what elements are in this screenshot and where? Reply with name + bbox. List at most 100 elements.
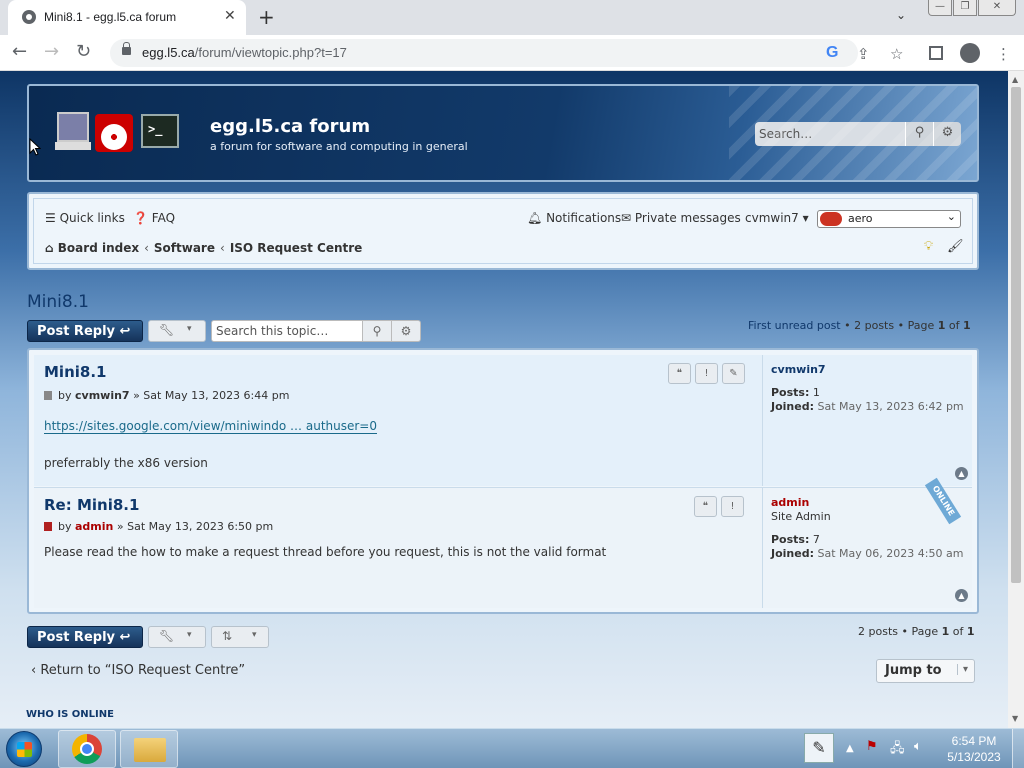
scrollbar-thumb[interactable] [1011,87,1021,583]
quote-icon[interactable]: ❝ [668,363,691,384]
taskbar-explorer[interactable] [120,730,178,768]
browser-tab[interactable]: Mini8.1 - egg.l5.ca forum ✕ [8,0,246,35]
home-icon: ⌂ [45,241,54,255]
window-maximize-button[interactable]: ❐ [953,0,977,16]
wrench-icon: 🔧︎ [159,323,175,337]
breadcrumb-software[interactable]: Software [154,241,215,255]
style-select[interactable]: aero ⌄ [817,210,961,228]
back-to-top-icon[interactable]: ▲ [955,467,968,480]
private-messages-link[interactable]: ✉ Private messages [621,211,741,225]
advanced-search-gear-icon[interactable]: ⚙ [392,320,421,342]
system-clock[interactable]: 6:54 PM 5/13/2023 [944,733,1004,765]
who-is-online-heading[interactable]: WHO IS ONLINE [26,709,114,720]
user-menu[interactable]: cvmwin7 ▾ [745,211,809,225]
return-to-forum-link[interactable]: ‹ Return to “ISO Request Centre” [31,663,245,678]
notifications-button[interactable]: 🔔︎ Notifications [527,211,621,225]
caret-down-icon: ▾ [187,324,192,334]
reload-icon[interactable]: ↻ [76,41,91,62]
post-file-icon[interactable] [44,522,52,531]
post-title[interactable]: Mini8.1 [44,363,106,381]
report-icon[interactable]: ! [721,496,744,517]
header-search-input[interactable]: Search… [755,122,905,146]
window-close-button[interactable]: ✕ [978,0,1016,16]
profile-posts: Posts: 7 [771,533,972,546]
chevron-down-icon[interactable]: ⌄ [896,8,906,22]
volume-icon[interactable]: 🔈︎ [914,739,922,754]
posts-value[interactable]: 7 [813,533,820,546]
site-title[interactable]: egg.l5.ca forum [210,116,370,137]
post-file-icon[interactable] [44,391,52,400]
advanced-search-gear-icon[interactable]: ⚙ [933,122,961,146]
kebab-menu-icon[interactable]: ⋮ [996,45,1011,63]
profile-joined: Joined: Sat May 06, 2023 4:50 am [771,547,972,560]
profile-avatar-icon[interactable] [960,43,980,63]
quote-icon[interactable]: ❝ [694,496,717,517]
post-body: preferrably the x86 version [44,456,208,470]
bell-icon: 🔔︎ [527,211,543,225]
google-icon[interactable]: G [826,44,838,62]
sort-options-button[interactable]: ⇅ ▾ [211,626,269,648]
bookmark-star-icon[interactable]: ☆ [890,45,903,63]
post-link[interactable]: https://sites.google.com/view/miniwindo … [44,419,377,434]
search-icon[interactable]: ⚲ [905,122,933,146]
pagination-bottom: 2 posts • Page 1 of 1 [858,625,975,638]
taskbar-chrome[interactable] [58,730,116,768]
start-button[interactable] [6,731,42,767]
back-arrow-icon[interactable]: ← [12,41,27,62]
jump-to-button[interactable]: Jump to ▾ [876,659,975,683]
show-hidden-icons[interactable]: ▲ [846,743,854,754]
quick-links-button[interactable]: ☰ Quick links [45,211,125,225]
post-title[interactable]: Re: Mini8.1 [44,496,139,514]
tab-close-icon[interactable]: ✕ [224,8,236,24]
posts-value[interactable]: 1 [813,386,820,399]
side-panel-icon[interactable] [929,46,943,60]
topic-search-input[interactable]: Search this topic… [211,320,363,342]
post-author[interactable]: cvmwin7 [75,389,130,402]
by-label: by [58,520,72,533]
address-bar[interactable]: egg.l5.ca/forum/viewtopic.php?t=17 [110,39,858,67]
scroll-up-icon[interactable]: ▲ [1012,75,1018,84]
post-reply-button[interactable]: Post Reply ↩ [27,626,143,648]
post: Re: Mini8.1 by admin » Sat May 13, 2023 … [34,477,972,608]
lock-icon[interactable] [122,42,131,55]
share-icon[interactable]: ⇪ [857,45,870,63]
breadcrumb-iso-request-centre[interactable]: ISO Request Centre [230,241,362,255]
first-unread-link[interactable]: First unread post [748,319,841,332]
forward-arrow-icon[interactable]: → [44,41,59,62]
post-byline: by cvmwin7 » Sat May 13, 2023 6:44 pm [44,389,289,402]
edit-pencil-icon[interactable]: ✎ [722,363,745,384]
scroll-down-icon[interactable]: ▼ [1012,714,1018,723]
topic-tools-button[interactable]: 🔧︎ ▾ [148,626,206,648]
window-minimize-button[interactable]: — [928,0,952,16]
quick-links-label: Quick links [59,211,125,225]
header-search: Search… ⚲ ⚙ [755,122,963,146]
lightbulb-icon[interactable]: 💡︎ [924,239,933,254]
chrome-icon [72,734,102,764]
paintbrush-icon[interactable]: 🖌︎ [947,239,964,254]
profile-username[interactable]: cvmwin7 [771,363,972,376]
total-pages: 1 [962,319,971,332]
topic-tools-button[interactable]: 🔧︎ ▾ [148,320,206,342]
network-icon[interactable]: 🖧︎ [890,739,905,761]
topic-title[interactable]: Mini8.1 [27,292,89,312]
new-tab-button[interactable]: + [258,5,275,29]
post-reply-label: Post Reply [37,630,115,645]
report-icon[interactable]: ! [695,363,718,384]
back-to-top-icon[interactable]: ▲ [955,589,968,602]
pagination-top: First unread post • 2 posts • Page 1 of … [748,319,971,332]
page-scrollbar[interactable]: ▲ ▼ [1008,71,1024,728]
breadcrumb-board-index[interactable]: Board index [58,241,139,255]
action-center-flag-icon[interactable]: ⚑ [866,739,878,754]
post-author[interactable]: admin [75,520,113,533]
url-text[interactable]: egg.l5.ca/forum/viewtopic.php?t=17 [142,45,347,60]
post-reply-button[interactable]: Post Reply ↩ [27,320,143,342]
site-logo[interactable]: >_ [55,112,181,152]
by-label: by [58,389,72,402]
pen-input-icon[interactable]: ✎ [804,733,834,763]
search-icon[interactable]: ⚲ [363,320,392,342]
post: Mini8.1 by cvmwin7 » Sat May 13, 2023 6:… [34,355,972,486]
reply-arrow-icon: ↩ [119,630,131,645]
show-desktop-button[interactable] [1012,729,1024,768]
breadcrumb-separator: ‹ [144,241,149,255]
faq-link[interactable]: ❓ FAQ [133,211,175,225]
